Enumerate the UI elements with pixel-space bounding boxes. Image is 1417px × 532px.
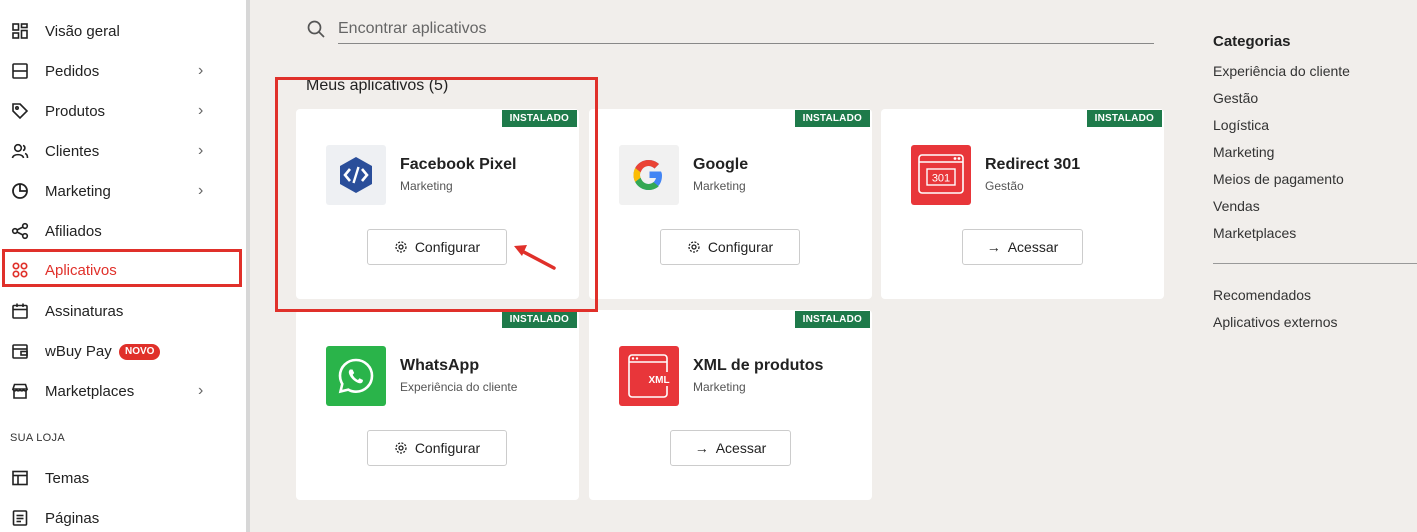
chevron-right-icon: ›	[198, 382, 204, 399]
share-icon	[10, 221, 30, 241]
xml-logo-text: XML	[648, 375, 669, 386]
access-button[interactable]: → Acessar	[962, 229, 1083, 265]
button-label: Acessar	[715, 440, 767, 456]
categories-heading: Categorias	[1213, 33, 1291, 50]
sidebar-item-clientes[interactable]: Clientes ›	[0, 131, 246, 171]
highlight-annotation	[2, 249, 242, 287]
category-link-gestao[interactable]: Gestão	[1213, 90, 1258, 106]
sidebar-item-label: Produtos	[45, 102, 106, 120]
app-title: Redirect 301	[985, 156, 1081, 173]
access-button[interactable]: → Acessar	[670, 430, 791, 466]
configure-button[interactable]: Configurar	[660, 229, 800, 265]
redirect-301-logo: 301	[911, 145, 971, 205]
sidebar-item-produtos[interactable]: Produtos ›	[0, 91, 246, 131]
category-link-recomendados[interactable]: Recomendados	[1213, 287, 1311, 303]
sidebar-item-label: Temas	[45, 469, 90, 487]
installed-badge: INSTALADO	[1086, 110, 1162, 127]
section-title-sua-loja: SUA LOJA	[10, 432, 65, 444]
sidebar-item-marketing[interactable]: Marketing ›	[0, 171, 246, 211]
app-category: Experiência do cliente	[400, 380, 518, 394]
sidebar-item-afiliados[interactable]: Afiliados	[0, 211, 246, 251]
chevron-right-icon: ›	[198, 62, 204, 79]
facebook-pixel-logo	[326, 145, 386, 205]
chevron-right-icon: ›	[198, 182, 204, 199]
sidebar-item-paginas[interactable]: Páginas	[0, 498, 246, 532]
orders-icon	[10, 61, 30, 81]
xml-logo: XML	[619, 346, 679, 406]
sidebar-item-visao-geral[interactable]: Visão geral	[0, 11, 246, 51]
sidebar-item-label: Páginas	[45, 509, 100, 527]
category-link-meios-de-pagamento[interactable]: Meios de pagamento	[1213, 171, 1344, 187]
app-title: XML de produtos	[693, 357, 824, 374]
store-icon	[10, 381, 30, 401]
sidebar-item-label: wBuy Pay	[45, 342, 112, 360]
app-category: Marketing	[400, 179, 453, 193]
installed-badge: INSTALADO	[501, 311, 577, 328]
red-arrow-icon	[514, 245, 556, 270]
sidebar-item-label: Pedidos	[45, 62, 100, 80]
category-link-aplicativos-externos[interactable]: Aplicativos externos	[1213, 314, 1338, 330]
sidebar-item-temas[interactable]: Temas	[0, 458, 246, 498]
category-link-logistica[interactable]: Logística	[1213, 117, 1269, 133]
users-icon	[10, 141, 30, 161]
sidebar-item-label: Clientes	[45, 142, 100, 160]
category-link-experiencia-do-cliente[interactable]: Experiência do cliente	[1213, 63, 1350, 79]
app-title: WhatsApp	[400, 357, 480, 374]
dashboard-icon	[10, 21, 30, 41]
button-label: Configurar	[414, 440, 481, 456]
app-title: Facebook Pixel	[400, 156, 517, 173]
sidebar-item-label: Visão geral	[45, 22, 120, 40]
button-label: Configurar	[414, 239, 481, 255]
arrow-right-icon: →	[986, 239, 1001, 255]
gear-icon	[394, 240, 408, 254]
app-card-google: INSTALADO Google Marketing Configurar	[589, 109, 872, 299]
gear-icon	[687, 240, 701, 254]
app-card-whatsapp: INSTALADO WhatsApp Experiência do client…	[296, 310, 579, 500]
app-category: Gestão	[985, 179, 1024, 193]
sidebar-item-label: Assinaturas	[45, 302, 124, 320]
installed-badge: INSTALADO	[794, 311, 870, 328]
app-card-redirect-301: INSTALADO 301 Redirect 301 Gestão → Aces…	[881, 109, 1164, 299]
app-category: Marketing	[693, 380, 746, 394]
search-icon	[306, 19, 326, 39]
category-link-marketplaces[interactable]: Marketplaces	[1213, 225, 1296, 241]
button-label: Acessar	[1007, 239, 1059, 255]
page-icon	[10, 508, 30, 528]
button-label: Configurar	[707, 239, 774, 255]
sidebar-item-assinaturas[interactable]: Assinaturas	[0, 291, 246, 331]
wallet-icon	[10, 341, 30, 361]
category-link-marketing[interactable]: Marketing	[1213, 144, 1274, 160]
chevron-right-icon: ›	[198, 142, 204, 159]
chevron-right-icon: ›	[198, 102, 204, 119]
sidebar-item-label: Afiliados	[45, 222, 102, 240]
installed-badge: INSTALADO	[501, 110, 577, 127]
installed-badge: INSTALADO	[794, 110, 870, 127]
sidebar-item-wbuy-pay[interactable]: wBuy Pay NOVO	[0, 331, 246, 371]
my-apps-heading: Meus aplicativos (5)	[306, 77, 449, 94]
sidebar-item-label: Marketplaces	[45, 382, 135, 400]
sidebar-divider	[246, 0, 250, 532]
pie-chart-icon	[10, 181, 30, 201]
new-badge: NOVO	[119, 344, 161, 360]
google-logo	[619, 145, 679, 205]
sidebar-item-marketplaces[interactable]: Marketplaces ›	[0, 371, 246, 411]
whatsapp-logo	[326, 346, 386, 406]
categories-divider	[1213, 263, 1417, 264]
search-input[interactable]	[338, 14, 1154, 44]
app-category: Marketing	[693, 179, 746, 193]
category-link-vendas[interactable]: Vendas	[1213, 198, 1260, 214]
configure-button[interactable]: Configurar	[367, 430, 507, 466]
calendar-icon	[10, 301, 30, 321]
sidebar: Visão geral Pedidos › Produtos › Cliente…	[0, 0, 246, 532]
gear-icon	[394, 441, 408, 455]
sidebar-item-pedidos[interactable]: Pedidos ›	[0, 51, 246, 91]
layout-icon	[10, 468, 30, 488]
redirect-logo-text: 301	[932, 173, 950, 185]
tag-icon	[10, 101, 30, 121]
app-card-xml-de-produtos: INSTALADO XML XML de produtos Marketing …	[589, 310, 872, 500]
configure-button[interactable]: Configurar	[367, 229, 507, 265]
app-title: Google	[693, 156, 749, 173]
sidebar-item-label: Marketing	[45, 182, 111, 200]
arrow-right-icon: →	[694, 440, 709, 456]
